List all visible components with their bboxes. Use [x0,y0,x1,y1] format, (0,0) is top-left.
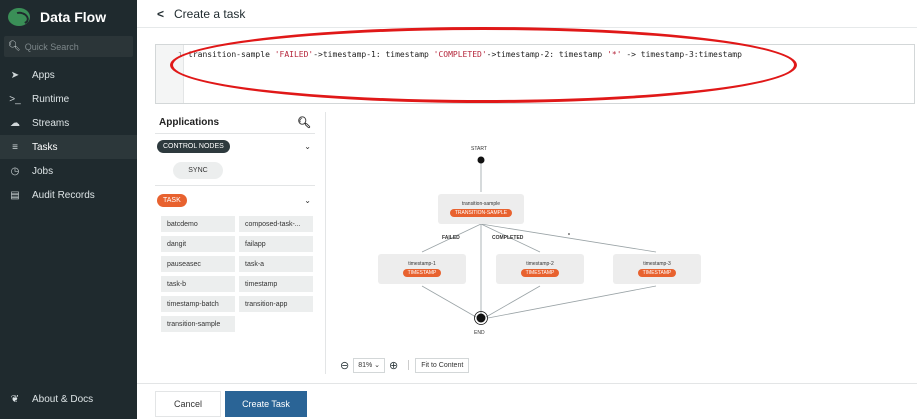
spring-logo-icon [8,8,30,26]
node-label: timestamp-2 [526,261,554,267]
task-app-item[interactable]: pauseasec [161,256,235,272]
dsl-string-literal: 'FAILED' [274,50,314,59]
line-number: 1 [178,51,183,59]
clock-icon: ◷ [10,165,20,177]
sidebar: Data Flow 🔍︎ Quick Search ➤ Apps >_ Runt… [0,0,137,419]
zoom-controls: ⊖ 81% ⌄ ⊕ Fit to Content [336,357,470,373]
sidebar-nav: ➤ Apps >_ Runtime ☁ Streams ≡ Tasks ◷ Jo… [0,63,137,207]
task-app-item[interactable]: task-a [239,256,313,272]
task-app-item[interactable]: timestamp-batch [161,296,235,312]
task-app-item[interactable]: dangit [161,236,235,252]
dsl-string-literal: '*' [607,50,622,59]
page-header: < Create a task [137,0,917,28]
node-label: timestamp-1 [408,261,436,267]
zoom-level: 81% [358,361,373,369]
divider [155,185,315,186]
search-icon[interactable]: 🔍︎ [297,116,311,129]
sidebar-item-streams[interactable]: ☁ Streams [0,111,137,135]
task-app-item[interactable]: batcdemo [161,216,235,232]
node-label: transition-sample [461,201,501,207]
graph-node-timestamp-3[interactable]: timestamp-3 TIMESTAMP [613,254,701,284]
node-badge: TIMESTAMP [402,269,442,277]
node-label: timestamp-3 [643,261,671,267]
zoom-out-icon[interactable]: ⊖ [340,359,349,372]
zoom-separator [408,360,410,370]
create-task-button[interactable]: Create Task [225,391,307,417]
chevron-down-icon[interactable]: ⌄ [304,196,311,205]
task-chip: TASK [157,193,187,207]
start-label: START [471,146,487,152]
zoom-in-icon[interactable]: ⊕ [389,359,398,372]
zoom-select[interactable]: 81% ⌄ [353,357,386,373]
page-title: Create a task [174,6,246,21]
graph-node-transition-sample[interactable]: transition-sample TRANSITION-SAMPLE [438,194,524,224]
leaf-icon: ❦ [10,393,20,405]
sidebar-item-apps[interactable]: ➤ Apps [0,63,137,87]
sidebar-item-tasks[interactable]: ≡ Tasks [0,135,137,159]
applications-header: Applications 🔍︎ [155,112,315,134]
control-nodes-chip: CONTROL NODES [157,139,230,153]
sidebar-item-label: Runtime [32,93,70,105]
app-root: Data Flow 🔍︎ Quick Search ➤ Apps >_ Runt… [0,0,917,419]
node-badge: TRANSITION-SAMPLE [449,209,513,217]
flow-canvas[interactable]: START END transition-sample TRANSITION-S… [325,112,915,374]
sidebar-item-runtime[interactable]: >_ Runtime [0,87,137,111]
flow-graph-edges [421,156,657,325]
sidebar-item-label: About & Docs [32,393,94,405]
node-badge: TIMESTAMP [520,269,560,277]
tasks-icon: ≡ [12,141,18,153]
fit-to-content-button[interactable]: Fit to Content [415,357,470,373]
start-node[interactable] [477,156,485,164]
transition-label-wildcard: * [568,233,570,239]
cancel-button[interactable]: Cancel [155,391,221,417]
task-app-item[interactable]: transition-sample [161,316,235,332]
sidebar-item-label: Audit Records [32,189,95,201]
sidebar-item-label: Jobs [32,165,54,177]
end-node[interactable] [476,313,486,323]
task-app-item[interactable]: failapp [239,236,313,252]
task-app-item[interactable]: composed-task-... [239,216,313,232]
task-app-item[interactable]: timestamp [239,276,313,292]
end-label: END [474,330,485,336]
list-icon: ▤ [10,189,20,201]
cloud-icon: ☁ [10,117,20,129]
form-footer: Cancel Create Task [137,383,917,419]
sidebar-item-jobs[interactable]: ◷ Jobs [0,159,137,183]
quick-search-placeholder: Quick Search [24,41,79,52]
sync-node[interactable]: SYNC [173,162,223,179]
sidebar-item-about[interactable]: ❦ About & Docs [0,389,137,409]
transition-label-failed: FAILED [442,235,460,241]
graph-node-timestamp-2[interactable]: timestamp-2 TIMESTAMP [496,254,584,284]
task-app-item[interactable]: transition-app [239,296,313,312]
search-icon: 🔍︎ [8,41,21,52]
task-app-item[interactable]: task-b [161,276,235,292]
sidebar-item-label: Apps [32,69,55,81]
sidebar-item-audit-records[interactable]: ▤ Audit Records [0,183,137,207]
applications-palette: Applications 🔍︎ CONTROL NODES ⌄ SYNC TAS… [155,112,315,342]
dsl-editor[interactable]: 1 transition-sample 'FAILED'->timestamp-… [155,44,915,104]
brand[interactable]: Data Flow [0,0,137,34]
chevron-down-icon: ⌄ [372,362,381,369]
terminal-icon: >_ [9,93,21,105]
task-list: batcdemo composed-task-... dangit failap… [155,212,315,332]
dsl-text[interactable]: transition-sample 'FAILED'->timestamp-1:… [188,50,742,59]
node-badge: TIMESTAMP [637,269,677,277]
chevron-down-icon[interactable]: ⌄ [304,142,311,151]
applications-title: Applications [159,117,220,128]
task-group[interactable]: TASK ⌄ [155,188,315,212]
apps-icon: ➤ [10,69,20,81]
brand-title: Data Flow [40,9,107,25]
quick-search[interactable]: 🔍︎ Quick Search [4,36,133,57]
back-chevron-icon[interactable]: < [157,7,164,21]
sidebar-item-label: Tasks [32,141,58,153]
sidebar-item-label: Streams [32,117,70,129]
dsl-string-literal: 'COMPLETED' [433,50,487,59]
control-nodes-group[interactable]: CONTROL NODES ⌄ [155,134,315,158]
graph-node-timestamp-1[interactable]: timestamp-1 TIMESTAMP [378,254,466,284]
transition-label-completed: COMPLETED [492,235,524,241]
